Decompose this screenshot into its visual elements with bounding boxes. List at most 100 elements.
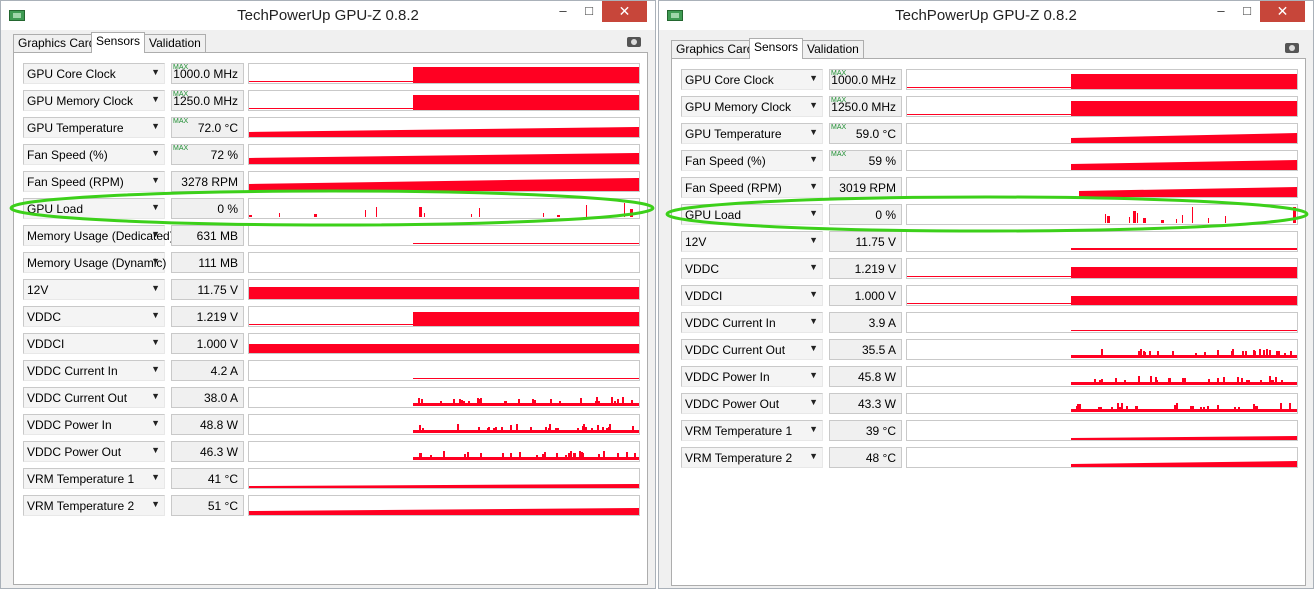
sensor-select[interactable]: VDDC Current Out ▼ xyxy=(681,339,823,360)
sensor-select[interactable]: VDDC ▼ xyxy=(681,258,823,279)
sensor-value[interactable]: 11.75 V xyxy=(171,279,244,300)
sensor-value[interactable]: 51 °C xyxy=(171,495,244,516)
sensor-select[interactable]: 12V ▼ xyxy=(23,279,165,300)
sensor-select[interactable]: VDDC Current In ▼ xyxy=(681,312,823,333)
sensor-select[interactable]: Fan Speed (%) ▼ xyxy=(23,144,165,165)
tab-validation[interactable]: Validation xyxy=(144,34,206,52)
title-bar[interactable]: TechPowerUp GPU-Z 0.8.2 – □ ✕ xyxy=(659,1,1313,30)
sensor-value[interactable]: MAX 1250.0 MHz xyxy=(171,90,244,111)
sensor-label: VDDC Current In xyxy=(685,316,776,330)
sensor-select[interactable]: Fan Speed (RPM) ▼ xyxy=(681,177,823,198)
sensor-value[interactable]: 1.000 V xyxy=(829,285,902,306)
title-bar[interactable]: TechPowerUp GPU-Z 0.8.2 – □ ✕ xyxy=(1,1,655,30)
sensor-value-text: 4.2 A xyxy=(210,364,238,378)
sensor-value[interactable]: 11.75 V xyxy=(829,231,902,252)
sensor-value-text: 59.0 °C xyxy=(855,127,896,141)
sensor-select[interactable]: VDDC Current In ▼ xyxy=(23,360,165,381)
minimize-button[interactable]: – xyxy=(551,1,575,22)
sensor-select[interactable]: GPU Core Clock ▼ xyxy=(23,63,165,84)
max-indicator: MAX xyxy=(831,124,847,131)
sensor-select[interactable]: VDDC Power Out ▼ xyxy=(681,393,823,414)
sensor-value[interactable]: MAX 1000.0 MHz xyxy=(829,69,902,90)
sensor-value[interactable]: 0 % xyxy=(829,204,902,225)
minimize-button[interactable]: – xyxy=(1209,1,1233,22)
graph-fill xyxy=(1149,351,1151,355)
tab-sensors[interactable]: Sensors xyxy=(749,38,804,59)
graph-fill xyxy=(1254,351,1256,355)
sensor-select[interactable]: VRM Temperature 1 ▼ xyxy=(681,420,823,441)
sensor-select[interactable]: GPU Temperature ▼ xyxy=(23,117,165,138)
sensor-value[interactable]: 631 MB xyxy=(171,225,244,246)
sensor-select[interactable]: GPU Load ▼ xyxy=(681,204,823,225)
sensor-value[interactable]: 1.000 V xyxy=(171,333,244,354)
sensor-value[interactable]: 3.9 A xyxy=(829,312,902,333)
sensor-value[interactable]: MAX 72 % xyxy=(171,144,244,165)
graph-fill xyxy=(1269,376,1271,382)
maximize-button[interactable]: □ xyxy=(1235,1,1259,22)
sensor-value[interactable]: 38.0 A xyxy=(171,387,244,408)
sensor-value[interactable]: MAX 72.0 °C xyxy=(171,117,244,138)
sensor-label: GPU Memory Clock xyxy=(27,94,134,108)
sensor-value[interactable]: 0 % xyxy=(171,198,244,219)
sensor-label: GPU Temperature xyxy=(27,121,124,135)
graph-fill xyxy=(1099,380,1101,382)
sensor-graph-canvas xyxy=(249,203,633,217)
camera-icon[interactable] xyxy=(1285,43,1299,53)
maximize-button[interactable]: □ xyxy=(577,1,601,22)
sensor-select[interactable]: GPU Core Clock ▼ xyxy=(681,69,823,90)
close-button[interactable]: ✕ xyxy=(602,1,647,22)
sensor-select[interactable]: VDDC Current Out ▼ xyxy=(23,387,165,408)
sensor-value[interactable]: MAX 1250.0 MHz xyxy=(829,96,902,117)
sensor-select[interactable]: Memory Usage (Dedicated) ▼ xyxy=(23,225,174,246)
sensor-select[interactable]: VRM Temperature 1 ▼ xyxy=(23,468,165,489)
sensor-value[interactable]: 45.8 W xyxy=(829,366,902,387)
sensor-value[interactable]: 43.3 W xyxy=(829,393,902,414)
sensor-select[interactable]: VDDC ▼ xyxy=(23,306,165,327)
sensor-value[interactable]: 3278 RPM xyxy=(171,171,244,192)
sensor-value[interactable]: 46.3 W xyxy=(171,441,244,462)
sensor-value[interactable]: 39 °C xyxy=(829,420,902,441)
sensor-value[interactable]: 1.219 V xyxy=(171,306,244,327)
graph-fill xyxy=(1077,404,1079,409)
tab-sensors[interactable]: Sensors xyxy=(91,32,146,53)
sensor-value[interactable]: 3019 RPM xyxy=(829,177,902,198)
sensor-select[interactable]: VDDC Power In ▼ xyxy=(23,414,165,435)
sensor-value[interactable]: 1.219 V xyxy=(829,258,902,279)
sensor-graph-canvas xyxy=(413,243,639,244)
sensor-select[interactable]: Fan Speed (%) ▼ xyxy=(681,150,823,171)
sensor-value[interactable]: 48 °C xyxy=(829,447,902,468)
sensor-select[interactable]: GPU Load ▼ xyxy=(23,198,165,219)
sensor-value-text: 1000.0 MHz xyxy=(173,67,238,81)
sensor-value[interactable]: 41 °C xyxy=(171,468,244,489)
chevron-down-icon: ▼ xyxy=(809,289,818,299)
graph-fill xyxy=(598,401,600,403)
sensor-value[interactable]: 4.2 A xyxy=(171,360,244,381)
tab-graphics-card[interactable]: Graphics Card xyxy=(671,40,759,58)
close-button[interactable]: ✕ xyxy=(1260,1,1305,22)
sensor-select[interactable]: VDDC Power Out ▼ xyxy=(23,441,165,462)
sensor-select[interactable]: VRM Temperature 2 ▼ xyxy=(23,495,165,516)
sensor-value[interactable]: 48.8 W xyxy=(171,414,244,435)
sensor-value[interactable]: MAX 59 % xyxy=(829,150,902,171)
sensor-select[interactable]: 12V ▼ xyxy=(681,231,823,252)
graph-fill xyxy=(1238,407,1240,409)
sensor-value[interactable]: MAX 59.0 °C xyxy=(829,123,902,144)
tab-validation[interactable]: Validation xyxy=(802,40,864,58)
sensor-graph-canvas xyxy=(1079,187,1297,197)
sensor-select[interactable]: VDDC Power In ▼ xyxy=(681,366,823,387)
sensor-select[interactable]: GPU Memory Clock ▼ xyxy=(681,96,823,117)
sensor-select[interactable]: VDDCI ▼ xyxy=(681,285,823,306)
sensor-select[interactable]: VRM Temperature 2 ▼ xyxy=(681,447,823,468)
sensor-select[interactable]: Fan Speed (RPM) ▼ xyxy=(23,171,165,192)
sensor-select[interactable]: VDDCI ▼ xyxy=(23,333,165,354)
chevron-down-icon: ▼ xyxy=(151,499,160,509)
sensor-select[interactable]: GPU Temperature ▼ xyxy=(681,123,823,144)
sensor-select[interactable]: GPU Memory Clock ▼ xyxy=(23,90,165,111)
tab-graphics-card[interactable]: Graphics Card xyxy=(13,34,101,52)
sensor-value[interactable]: 35.5 A xyxy=(829,339,902,360)
graph-fill xyxy=(617,453,619,457)
camera-icon[interactable] xyxy=(627,37,641,47)
sensor-select[interactable]: Memory Usage (Dynamic) ▼ xyxy=(23,252,166,273)
sensor-value[interactable]: MAX 1000.0 MHz xyxy=(171,63,244,84)
sensor-value[interactable]: 111 MB xyxy=(171,252,244,273)
